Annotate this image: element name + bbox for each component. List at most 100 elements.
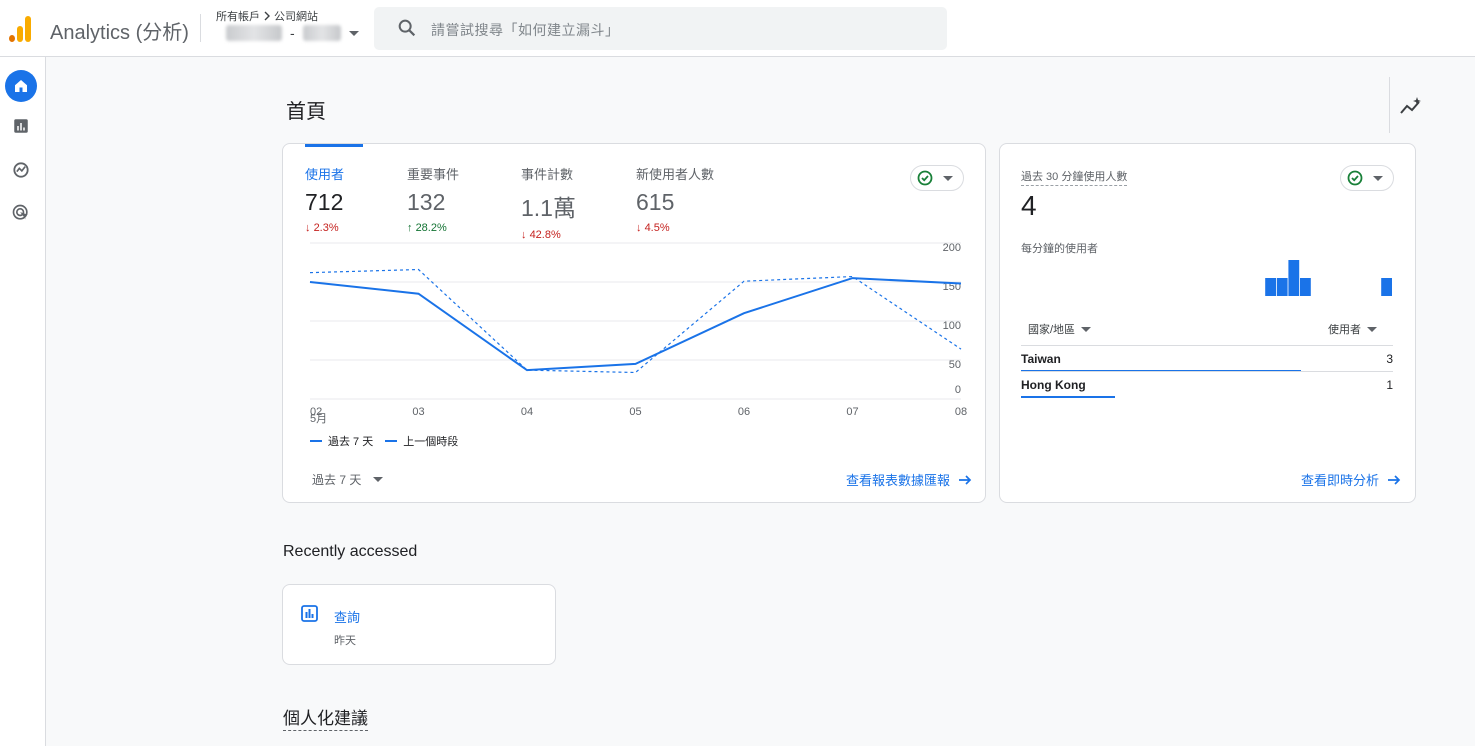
metric-label: 新使用者人數 <box>636 167 715 182</box>
table-divider <box>1021 371 1393 372</box>
breadcrumb-all-accounts[interactable]: 所有帳戶 <box>216 8 260 24</box>
search-bar[interactable]: 請嘗試搜尋「如何建立漏斗」 <box>374 7 947 50</box>
property-separator: - <box>290 25 295 41</box>
arrow-down-icon: ↓ <box>305 222 311 234</box>
table-divider <box>1021 345 1393 346</box>
metric-value: 132 <box>407 189 446 215</box>
data-quality-dropdown[interactable] <box>910 165 964 191</box>
check-circle-icon <box>917 170 933 186</box>
realtime-value: 4 <box>1021 190 1037 221</box>
nav-home[interactable] <box>5 70 37 102</box>
country-column-label: 國家/地區 <box>1028 324 1076 336</box>
analytics-logo-icon[interactable] <box>9 14 33 42</box>
report-icon <box>301 605 318 622</box>
bar-chart-icon <box>14 119 28 133</box>
breadcrumb[interactable]: 所有帳戶 公司網站 <box>216 8 318 24</box>
minute-bar <box>1381 278 1392 296</box>
nav-explore[interactable] <box>5 154 37 186</box>
page-title: 首頁 <box>286 101 326 123</box>
metric-key-events[interactable]: 重要事件 132 ↑ 28.2% <box>407 164 459 234</box>
realtime-quality-dropdown[interactable] <box>1340 165 1394 191</box>
x-tick-label: 04 <box>521 406 533 418</box>
metric-users[interactable]: 使用者 712 ↓ 2.3% <box>305 164 344 234</box>
metric-delta-value: 4.5% <box>644 222 670 234</box>
y-tick-label: 100 <box>943 320 961 332</box>
x-tick-label: 07 <box>846 406 858 418</box>
minute-bar <box>1300 278 1311 296</box>
table-row: Taiwan 3 <box>1021 352 1393 372</box>
view-realtime-label: 查看即時分析 <box>1301 473 1380 488</box>
insights-button[interactable] <box>1398 94 1424 120</box>
active-metric-indicator <box>305 144 363 147</box>
view-reports-label: 查看報表數據匯報 <box>846 473 951 488</box>
chevron-down-icon <box>943 175 953 181</box>
country-name: Hong Kong <box>1021 378 1086 392</box>
insights-sparkle-icon <box>1400 97 1421 114</box>
view-realtime-link[interactable]: 查看即時分析 <box>1301 470 1401 489</box>
search-placeholder[interactable]: 請嘗試搜尋「如何建立漏斗」 <box>431 20 620 40</box>
property-selector[interactable]: - <box>226 25 359 41</box>
date-range-dropdown[interactable]: 過去 7 天 <box>312 471 384 488</box>
y-tick-label: 200 <box>943 242 961 254</box>
legend-current: 過去 7 天 <box>328 436 374 448</box>
explore-icon <box>13 162 29 178</box>
metric-value: 1.1萬 <box>521 195 576 221</box>
metric-delta: ↓ 2.3% <box>305 222 344 234</box>
metric-label: 使用者 <box>305 167 345 182</box>
date-range-label: 過去 7 天 <box>312 473 362 487</box>
nav-reports[interactable] <box>5 110 37 142</box>
chevron-down-icon <box>1373 175 1383 181</box>
view-reports-link[interactable]: 查看報表數據匯報 <box>846 470 972 489</box>
series-line-current <box>309 277 962 372</box>
user-count: 1 <box>1386 378 1393 392</box>
metric-event-count[interactable]: 事件計數 1.1萬 ↓ 42.8% <box>521 164 576 241</box>
breadcrumb-account[interactable]: 公司網站 <box>274 8 318 24</box>
app-title[interactable]: Analytics (分析) <box>50 16 189 45</box>
recent-item-name: 查詢 <box>334 610 361 625</box>
x-tick-label: 08 <box>955 406 967 418</box>
nav-advertising[interactable] <box>5 197 37 229</box>
metric-delta: ↓ 4.5% <box>636 222 714 234</box>
realtime-title[interactable]: 過去 30 分鐘使用人數 <box>1021 168 1128 186</box>
x-tick-label: 03 <box>412 406 424 418</box>
y-tick-label: 50 <box>949 359 961 371</box>
left-navigation <box>0 57 46 746</box>
minute-bar <box>1265 278 1276 296</box>
metric-new-users[interactable]: 新使用者人數 615 ↓ 4.5% <box>636 164 714 234</box>
users-line-chart: 20015010050002 03 04 05 06 07 085月 <box>309 242 967 424</box>
metric-delta-value: 2.3% <box>313 222 339 234</box>
arrow-right-icon <box>959 474 972 485</box>
search-icon <box>398 19 416 37</box>
recent-item-card[interactable]: 查詢 昨天 <box>282 584 556 665</box>
home-icon <box>15 80 27 92</box>
minute-bar <box>1276 278 1288 296</box>
arrow-up-icon: ↑ <box>407 222 413 234</box>
metric-value: 615 <box>636 189 675 215</box>
legend-dashed-swatch <box>385 440 398 442</box>
users-column-label: 使用者 <box>1328 324 1361 336</box>
minute-bar <box>1288 260 1300 296</box>
chevron-down-icon <box>1367 326 1377 332</box>
x-month-label: 5月 <box>310 413 327 424</box>
metric-label: 重要事件 <box>407 167 460 182</box>
country-name: Taiwan <box>1021 352 1061 366</box>
chart-legend: 過去 7 天 上一個時段 <box>310 433 458 449</box>
chevron-down-icon <box>373 477 384 482</box>
arrow-down-icon: ↓ <box>636 222 642 234</box>
y-tick-label: 0 <box>955 384 961 396</box>
personal-suggestions-title[interactable]: 個人化建議 <box>283 704 368 731</box>
header-separator <box>1389 77 1390 133</box>
chevron-down-icon <box>1081 326 1092 332</box>
recent-item-time: 昨天 <box>334 635 356 647</box>
top-app-bar: Analytics (分析) 所有帳戶 公司網站 - 請嘗試搜尋「如何建立漏斗」 <box>0 0 1475 57</box>
redacted-property-name <box>226 25 282 41</box>
table-row: Hong Kong 1 <box>1021 378 1393 398</box>
users-column-header[interactable]: 使用者 <box>1328 321 1377 337</box>
user-count: 3 <box>1386 352 1393 366</box>
chevron-right-icon <box>264 11 270 21</box>
country-column-header[interactable]: 國家/地區 <box>1028 321 1092 337</box>
overview-card: 使用者 712 ↓ 2.3% 重要事件 132 ↑ 28.2% 事件計數 1.1… <box>282 143 986 503</box>
arrow-right-icon <box>1388 474 1401 485</box>
x-tick-label: 06 <box>738 406 750 418</box>
x-tick-label: 05 <box>629 406 641 418</box>
